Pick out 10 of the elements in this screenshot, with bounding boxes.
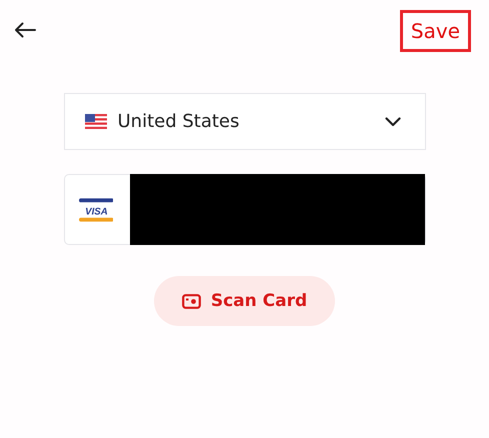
country-select[interactable]: United States <box>64 93 426 150</box>
card-number-field[interactable]: VISA <box>64 174 426 245</box>
save-button[interactable]: Save <box>400 10 471 52</box>
visa-logo-text: VISA <box>84 206 108 217</box>
country-name: United States <box>118 111 240 132</box>
chevron-down-icon <box>384 116 400 126</box>
back-arrow-icon[interactable] <box>14 22 36 38</box>
scan-card-button[interactable]: Scan Card <box>154 276 336 326</box>
flag-icon <box>84 114 106 129</box>
camera-icon <box>182 294 201 308</box>
